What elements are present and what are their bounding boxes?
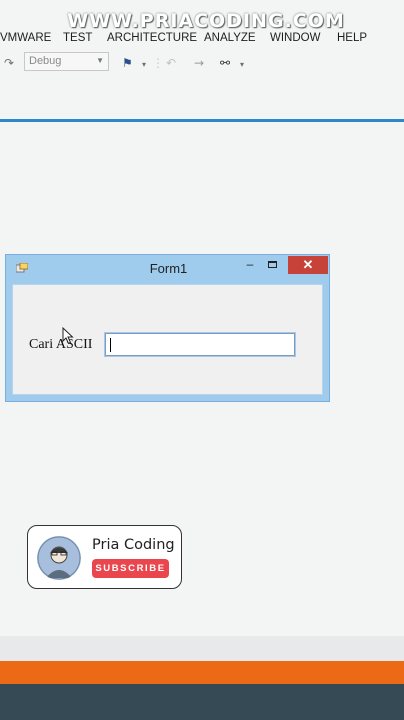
minimize-button[interactable]: – xyxy=(240,257,260,273)
forward-arrow-icon[interactable]: → xyxy=(194,56,204,70)
watermark-text: WWW.PRIACODING.COM xyxy=(67,10,345,32)
dark-footer-bar xyxy=(0,684,404,720)
ascii-input[interactable] xyxy=(104,332,296,357)
editor-divider xyxy=(0,119,404,122)
maximize-button[interactable] xyxy=(262,257,282,273)
subscribe-button[interactable]: SUBSCRIBE xyxy=(92,559,169,578)
text-caret xyxy=(110,338,111,352)
orange-footer-bar xyxy=(0,661,404,684)
menu-item-vmware[interactable]: VMWARE xyxy=(0,32,51,44)
redo-icon[interactable]: ↷ xyxy=(4,56,14,70)
configuration-value: Debug xyxy=(29,55,62,67)
close-button[interactable]: ✕ xyxy=(288,256,328,274)
form-title: Form1 xyxy=(149,261,188,276)
menu-bar: VMWARE TEST ARCHITECTURE ANALYZE WINDOW … xyxy=(0,30,404,48)
subscribe-badge: Pria Coding SUBSCRIBE xyxy=(27,525,182,589)
avatar xyxy=(37,536,81,580)
menu-item-help[interactable]: HELP xyxy=(337,32,367,44)
attach-icon[interactable]: ⚑ xyxy=(122,56,133,70)
find-icon[interactable]: ⚯ xyxy=(220,56,230,70)
dropdown-arrow-icon[interactable]: ▾ xyxy=(142,60,146,69)
mouse-pointer-icon xyxy=(62,327,74,345)
menu-item-architecture[interactable]: ARCHITECTURE xyxy=(107,32,197,44)
dropdown-arrow-icon[interactable]: ▾ xyxy=(240,60,244,69)
menu-item-test[interactable]: TEST xyxy=(63,32,92,44)
channel-name: Pria Coding xyxy=(92,537,175,553)
form-client-area: Cari ASCII xyxy=(12,284,323,395)
menu-item-window[interactable]: WINDOW xyxy=(270,32,320,44)
toolbar-gripper-icon: ⋮ xyxy=(152,56,164,70)
step-back-icon[interactable]: ↶ xyxy=(166,56,176,70)
cari-ascii-label: Cari ASCII xyxy=(29,337,93,352)
status-strip xyxy=(0,636,404,662)
configuration-select[interactable]: Debug ▼ xyxy=(24,52,109,71)
menu-item-analyze[interactable]: ANALYZE xyxy=(204,32,256,44)
maximize-icon xyxy=(268,261,277,268)
avatar-illustration xyxy=(37,536,81,580)
chevron-down-icon: ▼ xyxy=(96,56,104,65)
form-window: Form1 – ✕ Cari ASCII xyxy=(5,254,330,402)
